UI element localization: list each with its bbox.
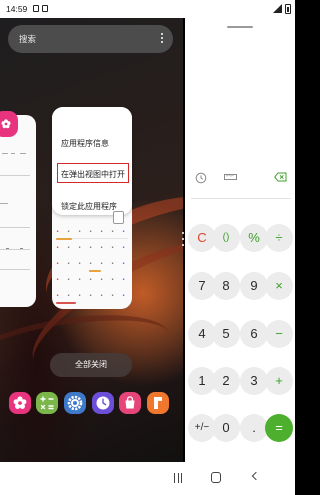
calendar-day-mark: • xyxy=(67,261,71,267)
context-menu: 应用程序信息 在弹出视图中打开 锁定此应用程序 xyxy=(52,107,132,215)
screen: 14:59 搜索 • • • • • • • • • • • • • • • •… xyxy=(0,0,295,495)
calculator-icon[interactable] xyxy=(36,392,58,414)
more-options-icon[interactable] xyxy=(161,33,164,45)
calendar-day-mark: • xyxy=(67,277,71,283)
window-drag-handle[interactable] xyxy=(227,26,253,28)
ruler-icon[interactable] xyxy=(224,172,237,182)
calendar-day-mark: • xyxy=(100,229,104,235)
status-bar: 14:59 xyxy=(0,0,295,18)
close-all-button[interactable]: 全部关闭 xyxy=(50,353,132,377)
edit-icon[interactable] xyxy=(113,211,124,224)
key-parentheses[interactable]: () xyxy=(212,224,240,252)
divider xyxy=(191,198,291,199)
calculator-pane: C () % ÷ 7 8 9 × 4 5 6 − 1 2 3 + +/− 0 .… xyxy=(185,18,295,462)
calendar-day-mark: • xyxy=(67,245,71,251)
calendar-day-mark: • xyxy=(100,261,104,267)
notification-icon xyxy=(33,5,39,12)
calendar-day-mark: • xyxy=(78,293,82,299)
search-input[interactable]: 搜索 xyxy=(19,33,36,45)
calendar-day-mark: • xyxy=(122,245,126,251)
shopping-bag-icon[interactable] xyxy=(119,392,141,414)
app-dock xyxy=(0,392,183,426)
calendar-day-mark: • xyxy=(89,229,93,235)
key-divide[interactable]: ÷ xyxy=(265,224,293,252)
calendar-day-mark: • xyxy=(122,293,126,299)
recent-app-card-left[interactable] xyxy=(0,115,36,307)
calendar-day-mark: • xyxy=(78,245,82,251)
key-8[interactable]: 8 xyxy=(212,272,240,300)
status-time: 14:59 xyxy=(6,4,28,14)
clock-icon[interactable] xyxy=(92,392,114,414)
back-icon[interactable] xyxy=(251,471,261,481)
calendar-day-mark: • xyxy=(56,245,60,251)
calendar-grid: • • • • • • • • • • • • • • • • • • • • • • • • • • • • • • • • • • • xyxy=(52,225,132,309)
menu-item-app-info[interactable]: 应用程序信息 xyxy=(61,138,109,149)
key-6[interactable]: 6 xyxy=(240,320,268,348)
key-9[interactable]: 9 xyxy=(240,272,268,300)
calendar-day-mark: • xyxy=(56,229,60,235)
calendar-event-bar xyxy=(56,302,76,304)
calendar-day-mark: • xyxy=(100,277,104,283)
calendar-day-mark: • xyxy=(122,229,126,235)
key-5[interactable]: 5 xyxy=(212,320,240,348)
bixby-flower-icon[interactable] xyxy=(0,111,18,137)
calendar-day-mark: • xyxy=(56,261,60,267)
highlight-box xyxy=(57,163,129,183)
calendar-event-bar xyxy=(56,238,72,240)
key-plus[interactable]: + xyxy=(265,367,293,395)
menu-item-lock-app[interactable]: 锁定此应用程序 xyxy=(61,201,117,212)
calendar-day-mark: • xyxy=(100,293,104,299)
calendar-day-mark: • xyxy=(122,261,126,267)
calendar-day-mark: • xyxy=(89,293,93,299)
key-decimal[interactable]: . xyxy=(240,414,268,442)
key-percent[interactable]: % xyxy=(240,224,268,252)
key-equals[interactable]: = xyxy=(265,414,293,442)
history-clock-icon[interactable] xyxy=(195,172,207,184)
calendar-day-mark: • xyxy=(111,293,115,299)
calendar-day-mark: • xyxy=(111,261,115,267)
key-3[interactable]: 3 xyxy=(240,367,268,395)
flag-app-icon[interactable] xyxy=(147,392,169,414)
calendar-event-bar xyxy=(89,270,101,272)
bixby-flower-icon[interactable] xyxy=(9,392,31,414)
calendar-day-mark: • xyxy=(56,277,60,283)
calendar-day-mark: • xyxy=(78,277,82,283)
calendar-day-mark: • xyxy=(100,245,104,251)
calendar-day-mark: • xyxy=(67,293,71,299)
calendar-day-mark: • xyxy=(78,229,82,235)
home-icon[interactable] xyxy=(211,472,221,483)
battery-icon xyxy=(285,4,291,14)
calendar-day-mark: • xyxy=(67,229,71,235)
calendar-day-mark: • xyxy=(122,277,126,283)
key-multiply[interactable]: × xyxy=(265,272,293,300)
calendar-day-mark: • xyxy=(111,229,115,235)
recents-icon[interactable] xyxy=(174,473,182,483)
notification-icon xyxy=(42,5,48,12)
calendar-day-mark: • xyxy=(78,261,82,267)
key-minus[interactable]: − xyxy=(265,320,293,348)
settings-gear-icon[interactable] xyxy=(64,392,86,414)
key-0[interactable]: 0 xyxy=(212,414,240,442)
signal-icon xyxy=(273,4,282,13)
navigation-bar xyxy=(0,462,295,495)
calendar-day-mark: • xyxy=(111,277,115,283)
backspace-icon[interactable] xyxy=(274,172,287,182)
calendar-day-mark: • xyxy=(111,245,115,251)
calendar-day-mark: • xyxy=(89,261,93,267)
recents-pane: 搜索 • • • • • • • • • • • • • • • • • • •… xyxy=(0,18,183,462)
calendar-day-mark: • xyxy=(89,245,93,251)
calendar-day-mark: • xyxy=(89,277,93,283)
key-2[interactable]: 2 xyxy=(212,367,240,395)
calendar-day-mark: • xyxy=(56,293,60,299)
recents-search-bar[interactable]: 搜索 xyxy=(8,25,173,53)
